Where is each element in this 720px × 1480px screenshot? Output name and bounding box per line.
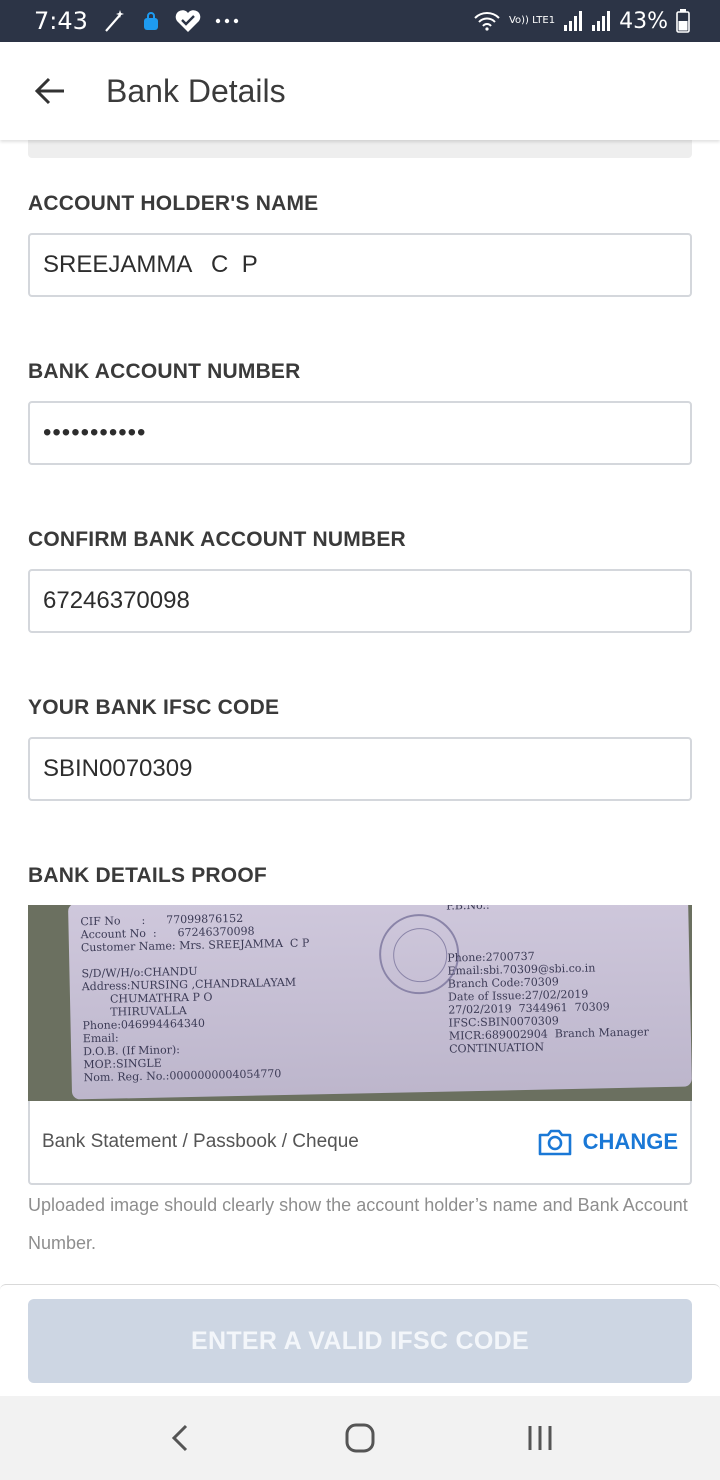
confirm-account-number-label: CONFIRM BANK ACCOUNT NUMBER [28,528,406,551]
action-area: ENTER A VALID IFSC CODE [0,1284,720,1396]
ifsc-input[interactable] [28,737,692,801]
change-label: CHANGE [582,1129,678,1154]
navigation-bar [0,1396,720,1480]
nav-recents-icon [528,1426,552,1450]
info-banner [28,140,692,158]
nav-back-icon [171,1424,188,1452]
network-type-label: Vo)) LTE1 [508,15,556,26]
app-bar: Bank Details [0,42,720,140]
passbook-right-text: P.B.No.: Phone:2700737 Email:sbi.70309@s… [446,905,649,1056]
account-holder-input[interactable] [28,233,692,297]
proof-helper-text: Uploaded image should clearly show the a… [28,1195,688,1253]
submit-button[interactable]: ENTER A VALID IFSC CODE [28,1299,692,1383]
status-system-icons: Vo)) LTE1 43% [473,9,690,34]
account-number-label: BANK ACCOUNT NUMBER [28,360,301,383]
signal-icon [563,10,583,32]
battery-icon [676,9,690,33]
passbook-left-text: CIF No : 77099876152 Account No : 672463… [80,911,310,1085]
signal-icon [591,10,611,32]
ifsc-label: YOUR BANK IFSC CODE [28,696,280,719]
status-notification-icons [100,7,240,35]
camera-icon [538,1129,571,1156]
bank-proof-label: BANK DETAILS PROOF [28,864,267,887]
account-number-input[interactable] [28,401,692,465]
back-button[interactable] [20,61,80,121]
bank-proof-image[interactable]: CIF No : 77099876152 Account No : 672463… [28,905,692,1101]
more-dots-icon [214,16,240,26]
wifi-icon [473,10,501,32]
heart-icon [174,8,202,34]
nav-home-icon [345,1423,375,1453]
status-bar: 7:43 Vo)) LTE1 43% [0,0,720,42]
magic-wand-icon [100,7,128,35]
nav-recents-button[interactable] [500,1408,580,1468]
account-holder-label: ACCOUNT HOLDER'S NAME [28,192,319,215]
page-title: Bank Details [106,72,286,109]
shopping-bag-icon [140,10,162,32]
arrow-left-icon [34,77,64,105]
nav-home-button[interactable] [320,1408,400,1468]
passbook-photo: CIF No : 77099876152 Account No : 672463… [68,905,692,1100]
status-time: 7:43 [34,7,88,35]
confirm-account-number-input[interactable] [28,569,692,633]
bank-proof-bar: Bank Statement / Passbook / Cheque CHANG… [28,1101,692,1185]
change-proof-button[interactable]: CHANGE [537,1127,678,1157]
nav-back-button[interactable] [140,1408,220,1468]
form-content[interactable]: ACCOUNT HOLDER'S NAME BANK ACCOUNT NUMBE… [0,140,720,1284]
battery-percentage: 43% [619,8,668,34]
proof-doc-type: Bank Statement / Passbook / Cheque [42,1131,359,1152]
